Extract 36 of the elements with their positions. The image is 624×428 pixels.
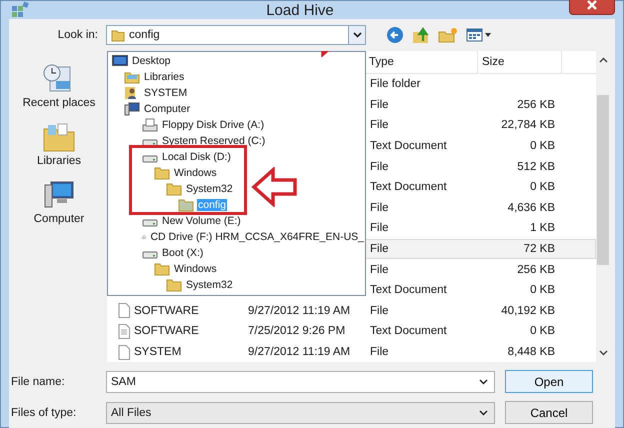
- file-size: 8,448 KB: [508, 346, 555, 358]
- file-type: File: [370, 346, 389, 358]
- file-size: 4,636 KB: [508, 202, 555, 214]
- file-type: File: [370, 160, 389, 173]
- look-in-label: Look in:: [56, 29, 98, 41]
- file-name-label: File name:: [11, 376, 66, 388]
- file-size: 22,784 KB: [501, 119, 555, 132]
- file-size: 40,192 KB: [501, 304, 555, 317]
- file-type: File: [370, 119, 389, 132]
- file-date: 9/27/2012 11:19 AM: [248, 304, 350, 317]
- file-type: Text Document: [370, 325, 447, 338]
- file-size: 72 KB: [524, 243, 555, 256]
- file-size: 512 KB: [517, 160, 555, 173]
- file-name: SOFTWARE: [134, 304, 199, 317]
- file-type-label: Files of type:: [11, 406, 78, 419]
- file-size: 256 KB: [517, 98, 555, 111]
- file-name: SYSTEM: [134, 346, 182, 358]
- file-size: 0 KB: [530, 140, 555, 152]
- file-size: 0 KB: [530, 181, 555, 194]
- file-type: Text Document: [370, 140, 447, 152]
- file-date: 7/25/2012 9:26 PM: [248, 325, 346, 338]
- file-type: File: [370, 98, 389, 111]
- window-title: Load Hive: [265, 2, 335, 18]
- file-type: File: [370, 222, 389, 234]
- file-type: File: [370, 264, 389, 276]
- file-type: Text Document: [370, 284, 447, 296]
- file-type: File: [370, 202, 389, 214]
- file-type: File: [370, 304, 389, 317]
- file-size: 0 KB: [530, 325, 555, 338]
- file-size: 256 KB: [517, 264, 555, 276]
- file-size: 1 KB: [530, 222, 555, 234]
- file-date: 9/27/2012 11:19 AM: [248, 346, 350, 358]
- file-size: 0 KB: [530, 284, 555, 296]
- file-type: File: [370, 243, 389, 256]
- file-name: SOFTWARE: [134, 325, 199, 338]
- file-type: Text Document: [370, 181, 447, 194]
